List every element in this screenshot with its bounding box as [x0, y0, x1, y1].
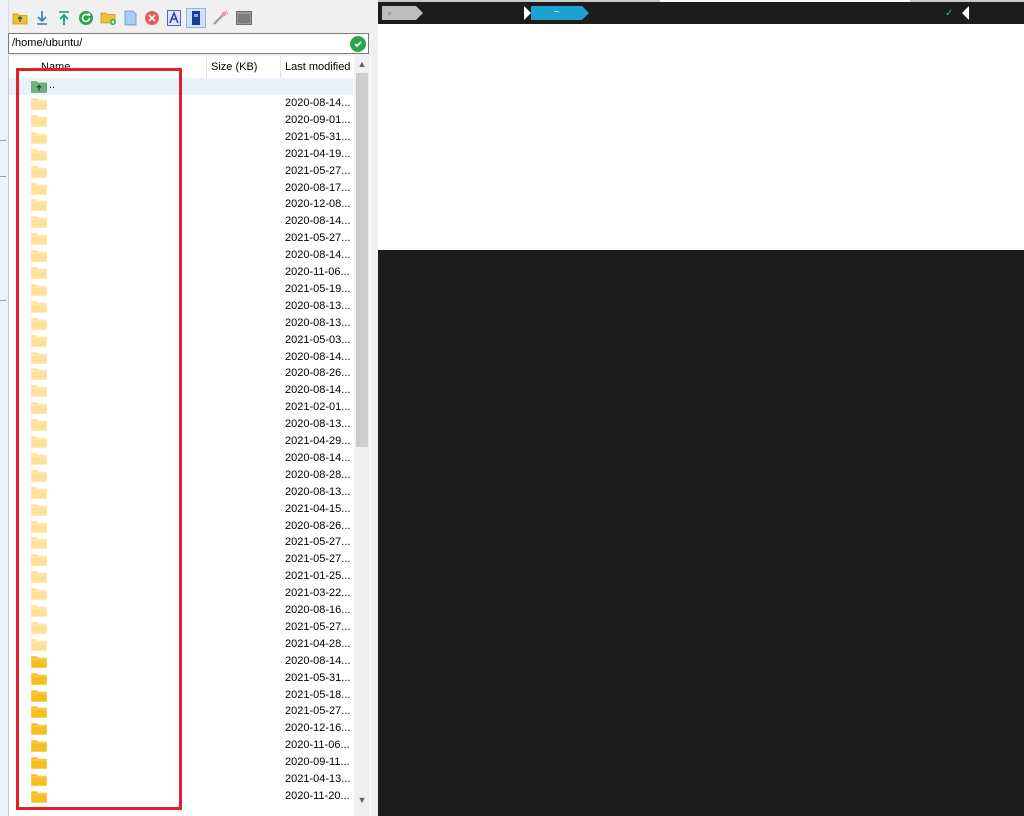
last-modified-cell: 2021-04-15...: [285, 502, 351, 515]
magic-wand-icon: [213, 10, 228, 25]
parent-directory-button[interactable]: [10, 8, 30, 28]
scroll-down-arrow[interactable]: ▼: [354, 792, 370, 808]
last-modified-cell: 2020-08-14...: [285, 654, 351, 667]
status-check-icon: ✓: [945, 8, 954, 19]
scrollbar-thumb[interactable]: [356, 73, 368, 447]
column-last-modified[interactable]: Last modified: [281, 56, 353, 78]
terminal-empty-area[interactable]: [378, 250, 1024, 816]
last-modified-cell: 2021-05-27...: [285, 553, 351, 566]
last-modified-cell: 2020-08-28...: [285, 468, 351, 481]
permissions-button[interactable]: [210, 8, 230, 28]
last-modified-cell: 2020-08-14...: [285, 97, 351, 109]
last-modified-cell: 2021-05-18...: [285, 688, 351, 701]
sftp-file-browser: /home/ubuntu/ Name Size (KB) Last modifi…: [0, 0, 378, 816]
last-modified-cell: 2020-08-14...: [285, 215, 351, 228]
window-top-edge: [660, 0, 910, 2]
last-modified-cell: 2021-04-29...: [285, 435, 351, 447]
last-modified-cell: 2021-05-27...: [285, 536, 351, 549]
column-size[interactable]: Size (KB): [207, 56, 281, 78]
current-path[interactable]: /home/ubuntu/: [12, 37, 82, 49]
folder-up-icon: [12, 13, 28, 25]
rename-icon: [167, 10, 181, 26]
refresh-icon: [79, 11, 93, 25]
terminal-pane[interactable]: ▫ ~ ✓: [378, 0, 1024, 816]
delete-icon: [145, 11, 159, 25]
last-modified-cell: 2021-05-27...: [285, 620, 351, 633]
last-modified-cell: 2021-05-27...: [285, 705, 351, 718]
new-file-button[interactable]: [120, 8, 140, 28]
last-modified-cell: 2020-08-14...: [285, 350, 351, 363]
delete-button[interactable]: [142, 8, 162, 28]
last-modified-cell: 2021-05-19...: [285, 282, 351, 295]
vertical-scrollbar[interactable]: ▲ ▼: [354, 56, 370, 816]
prompt-separator: [582, 6, 589, 20]
refresh-button[interactable]: [76, 8, 96, 28]
prompt-right-segment: [969, 6, 1024, 20]
last-modified-cell: 2020-12-08...: [285, 198, 351, 211]
prompt-separator: [524, 6, 531, 20]
terminal-prompt-bar: ▫ ~ ✓: [378, 2, 1024, 24]
terminal-icon: [236, 11, 252, 25]
last-modified-cell: 2020-08-26...: [285, 519, 351, 532]
new-file-icon: [124, 10, 136, 26]
last-modified-cell: 2020-11-06...: [285, 739, 350, 752]
last-modified-cell: 2020-08-13...: [285, 485, 351, 498]
last-modified-cell: 2020-11-06...: [285, 266, 350, 278]
last-modified-cell: 2021-05-27...: [285, 164, 351, 177]
last-modified-cell: 2020-08-14...: [285, 249, 351, 262]
check-circle-icon[interactable]: [350, 36, 366, 52]
open-terminal-button[interactable]: [234, 8, 254, 28]
last-modified-cell: 2021-05-03...: [285, 333, 351, 346]
prompt-segment-user: ▫: [382, 6, 416, 20]
file-toolbar: [8, 4, 370, 32]
last-modified-cell: 2020-08-14...: [285, 384, 351, 397]
new-folder-button[interactable]: [98, 8, 118, 28]
last-modified-cell: 2021-01-25...: [285, 570, 351, 583]
prompt-separator: [416, 6, 423, 20]
rename-button[interactable]: [164, 8, 184, 28]
last-modified-cell: 2020-08-14...: [285, 451, 351, 464]
highlight-box: [16, 68, 182, 810]
new-folder-icon: [100, 12, 116, 25]
last-modified-cell: 2020-08-17...: [285, 181, 351, 194]
last-modified-cell: 2021-04-28...: [285, 637, 351, 650]
last-modified-cell: 2020-08-16...: [285, 604, 351, 616]
last-modified-cell: 2020-09-11...: [285, 756, 350, 769]
last-modified-cell: 2020-08-26...: [285, 367, 351, 380]
last-modified-cell: 2021-04-19...: [285, 147, 351, 160]
last-modified-cell: 2021-03-22...: [285, 587, 351, 600]
path-bar[interactable]: /home/ubuntu/: [8, 33, 369, 54]
last-modified-cell: 2021-05-27...: [285, 232, 351, 245]
last-modified-cell: 2020-08-13...: [285, 316, 351, 329]
last-modified-cell: 2020-08-13...: [285, 418, 351, 431]
last-modified-cell: 2021-04-13...: [285, 773, 351, 785]
toggle-hidden-files-button[interactable]: [186, 8, 206, 28]
last-modified-cell: 2021-05-31...: [285, 671, 351, 684]
upload-button[interactable]: [54, 8, 74, 28]
last-modified-cell: 2020-09-01...: [285, 113, 351, 126]
hidden-files-icon: [192, 11, 200, 25]
last-modified-cell: 2020-12-16...: [285, 722, 351, 735]
terminal-output-area[interactable]: [378, 24, 1024, 250]
download-icon: [37, 11, 47, 25]
last-modified-cell: 2020-11-20...: [285, 789, 350, 802]
upload-icon: [59, 11, 69, 25]
last-modified-cell: 2021-02-01...: [285, 401, 351, 414]
prompt-segment-directory: ~: [531, 6, 582, 20]
prompt-right-separator: [962, 6, 969, 20]
scroll-up-arrow[interactable]: ▲: [354, 56, 370, 72]
last-modified-cell: 2020-08-13...: [285, 299, 351, 312]
download-button[interactable]: [32, 8, 52, 28]
last-modified-cell: 2021-05-31...: [285, 130, 351, 143]
